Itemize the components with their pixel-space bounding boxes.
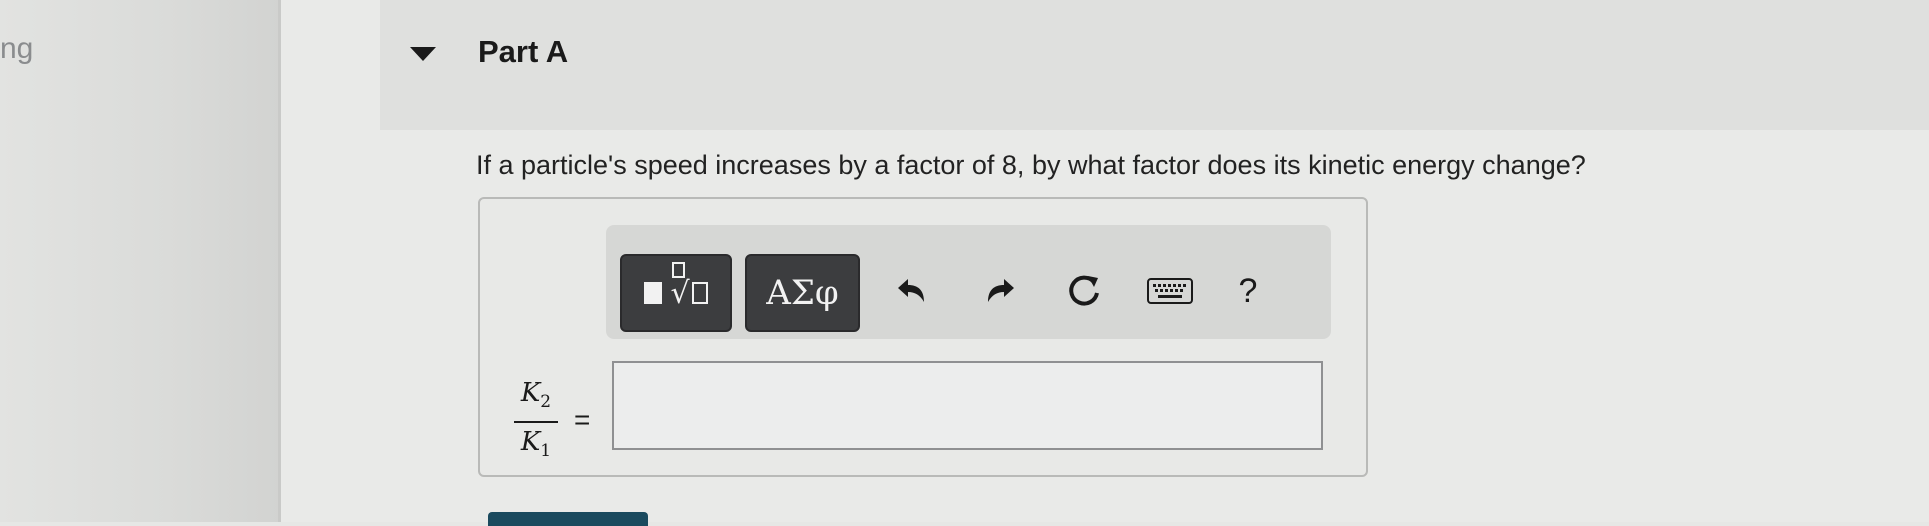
keyboard-icon[interactable] bbox=[1144, 266, 1196, 316]
templates-box-icon bbox=[691, 282, 708, 304]
answer-input[interactable] bbox=[612, 361, 1323, 450]
fraction-denominator: K1 bbox=[520, 427, 552, 462]
fraction-bar bbox=[514, 421, 558, 424]
symbols-button[interactable]: ΑΣφ bbox=[745, 254, 860, 332]
templates-radical-icon: √ bbox=[670, 261, 690, 311]
part-title[interactable]: Part A bbox=[478, 34, 568, 70]
help-button[interactable]: ? bbox=[1228, 266, 1268, 316]
question-text: If a particle's speed increases by a fac… bbox=[476, 150, 1586, 180]
templates-button[interactable]: √ bbox=[620, 254, 732, 332]
equals-sign: = bbox=[574, 404, 591, 435]
templates-square-icon bbox=[644, 282, 663, 304]
left-gutter bbox=[0, 0, 280, 522]
reset-icon[interactable] bbox=[1056, 266, 1112, 316]
undo-icon[interactable] bbox=[886, 266, 936, 316]
part-header[interactable] bbox=[380, 0, 1929, 130]
caret-down-icon[interactable] bbox=[410, 47, 436, 61]
fraction-numerator: K2 bbox=[520, 378, 552, 413]
submit-button[interactable] bbox=[488, 512, 648, 526]
left-nav-text[interactable]: ng bbox=[0, 32, 33, 66]
answer-fraction-label: K2 K1 bbox=[514, 378, 558, 466]
redo-icon[interactable] bbox=[976, 266, 1026, 316]
